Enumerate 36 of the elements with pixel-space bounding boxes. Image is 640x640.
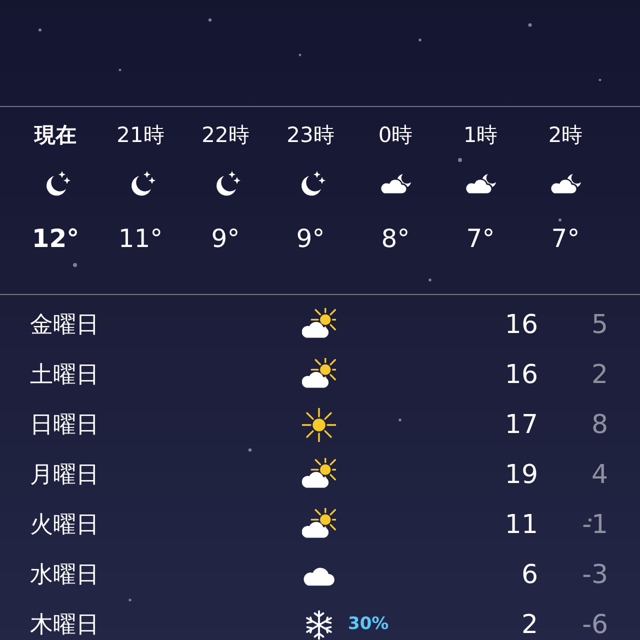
low-temperature: -6	[581, 608, 608, 640]
low-temperature: -3	[581, 558, 608, 592]
precipitation-chance: 30%	[348, 613, 389, 636]
hour-temperature: 11°	[118, 223, 163, 255]
high-temperature: 6	[520, 558, 538, 592]
hour-label: 0時	[378, 122, 413, 149]
hour-temperature: 7°	[466, 223, 495, 255]
hour-temperature: 7°	[551, 223, 580, 255]
high-temperature: 17	[504, 408, 538, 442]
hour-label: 22時	[202, 122, 250, 149]
low-temperature: 8	[590, 408, 608, 442]
high-temperature: 11	[504, 508, 538, 542]
low-temperature: 2	[590, 358, 608, 392]
hour-label: 23時	[286, 122, 334, 149]
hour-label: 21時	[116, 122, 164, 149]
low-temperature: 5	[590, 308, 608, 342]
low-temperature: -1	[581, 508, 608, 542]
hour-temperature: 9°	[296, 223, 325, 255]
high-temperature: 19	[504, 458, 538, 492]
hour-label: 1時	[463, 122, 498, 149]
hour-temperature: 8°	[381, 223, 410, 255]
hour-temperature: 9°	[211, 223, 240, 255]
low-temperature: 4	[590, 458, 608, 492]
hour-label: 2時	[548, 122, 583, 149]
sun-icon	[302, 408, 336, 442]
hour-temperature: 12°	[32, 223, 80, 255]
day-name: 月曜日	[29, 460, 100, 490]
day-name: 土曜日	[29, 360, 100, 390]
day-name: 木曜日	[29, 610, 100, 640]
day-name: 火曜日	[29, 510, 100, 540]
high-temperature: 16	[504, 308, 538, 342]
day-name: 水曜日	[29, 560, 100, 590]
hour-label: 現在	[34, 122, 76, 149]
day-name: 日曜日	[29, 410, 100, 440]
high-temperature: 16	[504, 358, 538, 392]
day-name: 金曜日	[29, 310, 100, 340]
